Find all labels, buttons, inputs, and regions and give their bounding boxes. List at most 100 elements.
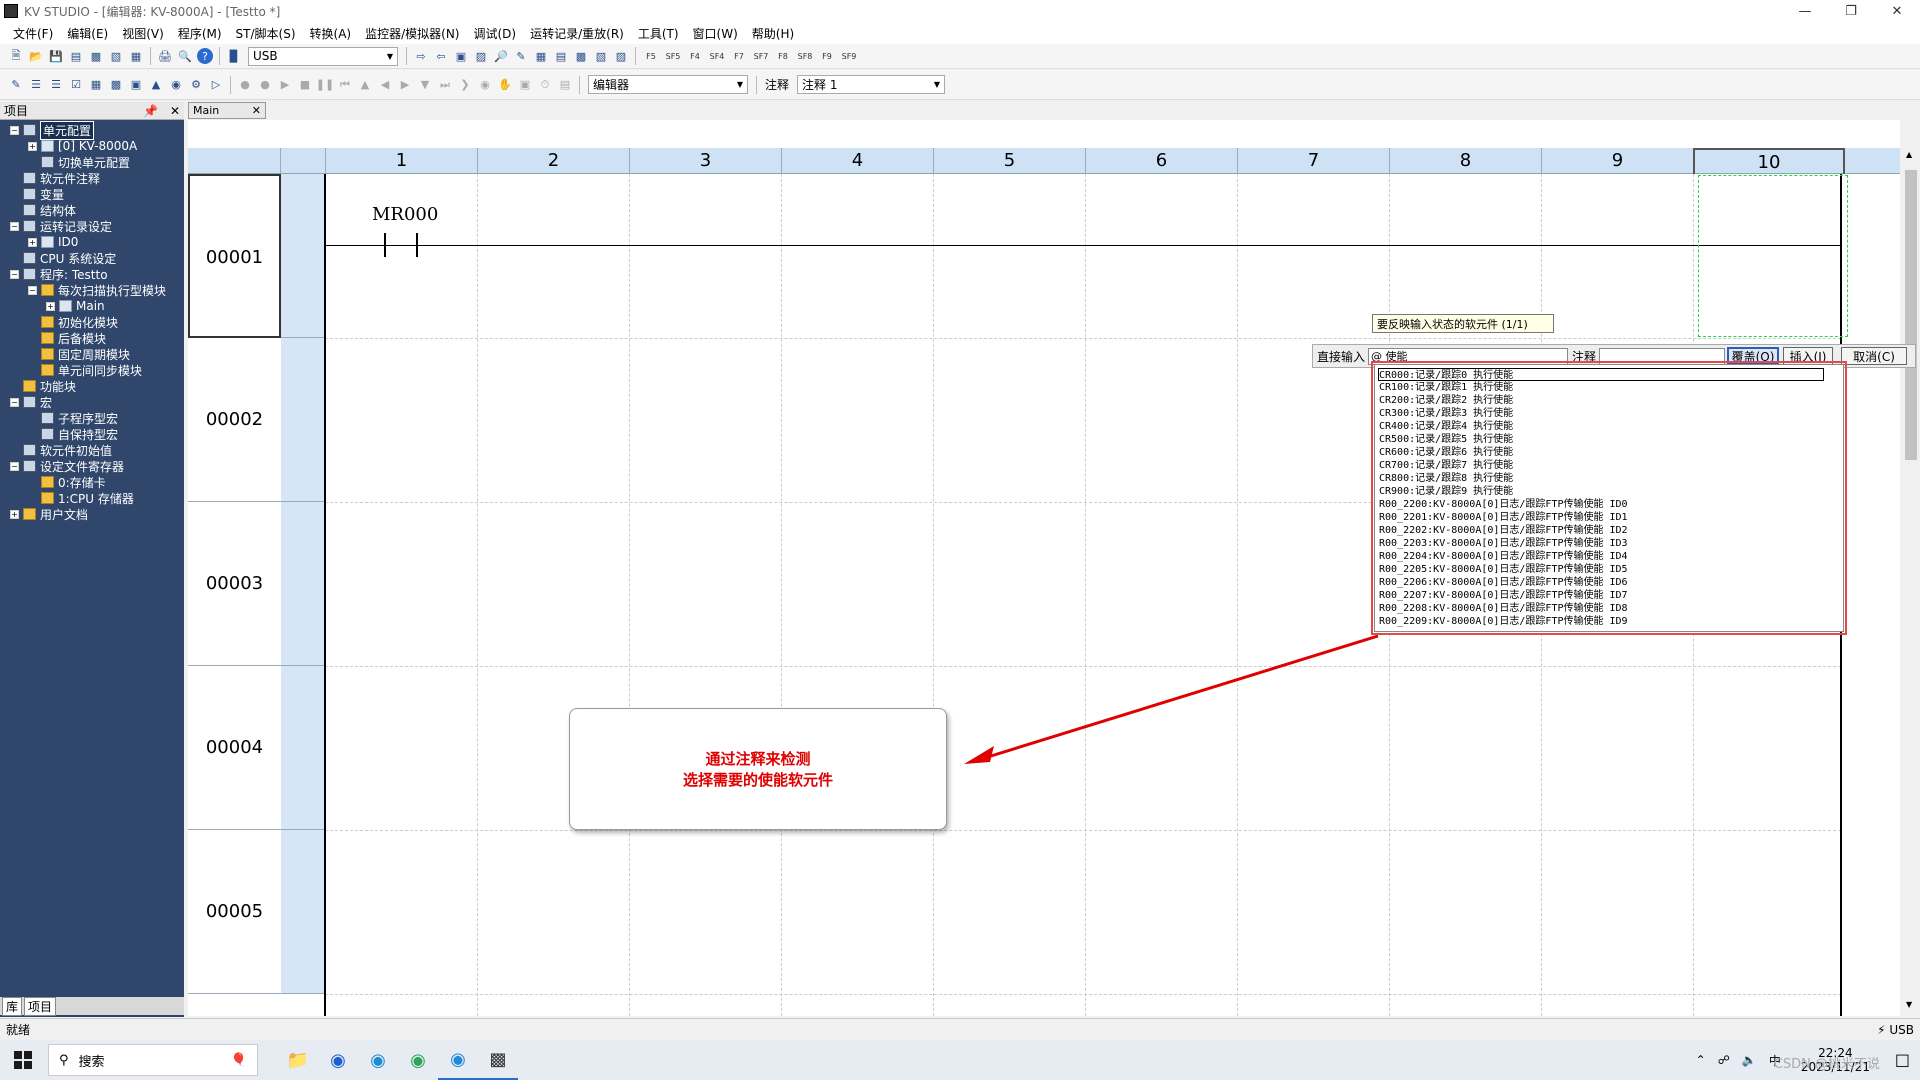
close-icon[interactable]: ✕ <box>1874 0 1920 22</box>
f8-instruction-icon[interactable]: F8 <box>772 52 794 61</box>
tree-item[interactable]: − 设定文件寄存器 <box>10 458 124 474</box>
collapse-icon[interactable]: − <box>10 461 19 471</box>
capture-icon[interactable]: ▣ <box>517 77 533 93</box>
suggestion-item[interactable]: CR500:记录/跟踪5 执行使能 <box>1379 433 1513 446</box>
suggestion-item[interactable]: R00_2200:KV-8000A[0]日志/跟踪FTP传输使能 ID0 <box>1379 498 1628 511</box>
list-icon[interactable]: ☰ <box>28 77 44 93</box>
device-list-icon[interactable]: ▤ <box>553 48 569 64</box>
checklist-icon[interactable]: ☑ <box>68 77 84 93</box>
menu-item-3[interactable]: 程序(M) <box>171 25 229 42</box>
step-back-icon[interactable]: ◀ <box>377 77 393 93</box>
windows-start-icon[interactable] <box>0 1051 46 1069</box>
tree-item[interactable]: − 宏 <box>10 394 52 410</box>
tree-item[interactable]: 软元件注释 <box>10 170 100 186</box>
edge-beta-icon[interactable]: ◉ <box>438 1040 478 1080</box>
tree-item[interactable]: 1:CPU 存储器 <box>28 490 134 506</box>
read-from-plc-icon[interactable]: ⇦ <box>433 48 449 64</box>
app-blue-icon[interactable]: ◉ <box>318 1040 358 1080</box>
pause-icon[interactable]: ❚❚ <box>316 77 334 93</box>
tree-item[interactable]: − 程序: Testto <box>10 266 108 282</box>
tree-item[interactable]: 子程序型宏 <box>28 410 118 426</box>
tree-item[interactable]: 自保持型宏 <box>28 426 118 442</box>
transfer-to-plc-icon[interactable]: ⇨ <box>413 48 429 64</box>
comment-select[interactable]: 注释 1 ▼ <box>797 75 946 94</box>
scroll-down-icon[interactable]: ▼ <box>1906 1000 1912 1009</box>
direct-input-field[interactable]: @ 使能 <box>1368 347 1569 365</box>
mode-select[interactable]: 编辑器 ▼ <box>588 75 748 94</box>
panel-icon[interactable]: ▤ <box>557 77 573 93</box>
suggestion-item[interactable]: R00_2204:KV-8000A[0]日志/跟踪FTP传输使能 ID4 <box>1379 550 1628 563</box>
overwrite-button[interactable]: 覆盖(O) <box>1727 347 1780 365</box>
suggestion-item[interactable]: CR800:记录/跟踪8 执行使能 <box>1379 472 1513 485</box>
menu-item-8[interactable]: 运转记录/重放(R) <box>523 25 631 42</box>
sf7-coil-icon[interactable]: SF7 <box>750 52 772 61</box>
register-icon[interactable]: ▩ <box>573 48 589 64</box>
collapse-icon[interactable]: − <box>28 285 37 295</box>
tree-item[interactable]: 切换单元配置 <box>28 154 130 170</box>
stamp-icon[interactable]: ▲ <box>148 77 164 93</box>
suggestion-list[interactable]: CR000:记录/跟踪0 执行使能 CR100:记录/跟踪1 执行使能 CR200:… <box>1371 361 1847 635</box>
menu-item-6[interactable]: 监控器/模拟器(N) <box>358 25 466 42</box>
transfer-monitor-icon[interactable]: ◉ <box>168 77 184 93</box>
tree-item[interactable]: + 用户文档 <box>10 506 88 522</box>
menu-item-10[interactable]: 窗口(W) <box>686 25 745 42</box>
kv-studio-taskbar-icon[interactable]: ▩ <box>478 1040 518 1080</box>
suggestion-item[interactable]: CR200:记录/跟踪2 执行使能 <box>1379 394 1513 407</box>
edit-pen-icon[interactable]: ✎ <box>8 77 24 93</box>
open-folder-icon[interactable]: 📂 <box>28 48 44 64</box>
suggestion-item[interactable]: CR300:记录/跟踪3 执行使能 <box>1379 407 1513 420</box>
memory-icon[interactable]: ▣ <box>128 77 144 93</box>
menu-item-0[interactable]: 文件(F) <box>6 25 60 42</box>
new-file-icon[interactable]: 🗎 <box>8 48 24 64</box>
collapse-icon[interactable]: − <box>10 397 19 407</box>
suggestion-item[interactable]: CR600:记录/跟踪6 执行使能 <box>1379 446 1513 459</box>
find-icon[interactable]: 🔎 <box>493 48 509 64</box>
suggestion-item[interactable]: CR700:记录/跟踪7 执行使能 <box>1379 459 1513 472</box>
tree-item[interactable]: 单元间同步模块 <box>28 362 142 378</box>
connection-select[interactable]: USB ▼ <box>248 46 398 66</box>
tree-item[interactable]: 结构体 <box>10 202 76 218</box>
row-number[interactable]: 00004 <box>188 666 281 830</box>
sf9-line-icon[interactable]: SF9 <box>838 52 860 61</box>
f7-coil-icon[interactable]: F7 <box>728 52 750 61</box>
editor-tab-main[interactable]: Main ✕ <box>188 102 266 119</box>
tree-item[interactable]: 初始化模块 <box>28 314 118 330</box>
export-icon[interactable]: ▧ <box>108 48 124 64</box>
grid-icon[interactable]: ▩ <box>108 77 124 93</box>
tree-item[interactable]: + [0] KV-8000A <box>28 138 137 154</box>
save-all-icon[interactable]: ▤ <box>68 48 84 64</box>
expand-icon[interactable]: + <box>46 301 55 311</box>
menu-item-5[interactable]: 转换(A) <box>303 25 359 42</box>
expand-icon[interactable]: + <box>10 509 19 519</box>
f5-contact-icon[interactable]: F5 <box>640 52 662 61</box>
step-forward-icon[interactable]: ▶ <box>397 77 413 93</box>
collapse-icon[interactable]: − <box>10 221 19 231</box>
suggestion-item[interactable]: R00_2206:KV-8000A[0]日志/跟踪FTP传输使能 ID6 <box>1379 576 1628 589</box>
tree-item[interactable]: − 运转记录设定 <box>10 218 112 234</box>
save-icon[interactable]: 💾 <box>48 48 64 64</box>
step-down-icon[interactable]: ▼ <box>417 77 433 93</box>
skip-end-icon[interactable]: ⏭ <box>437 77 453 93</box>
collapse-icon[interactable]: − <box>10 269 19 279</box>
close-icon[interactable]: ✕ <box>252 104 261 117</box>
comment-input-field[interactable] <box>1599 347 1726 365</box>
suggestion-item[interactable]: R00_2208:KV-8000A[0]日志/跟踪FTP传输使能 ID8 <box>1379 602 1628 615</box>
suggestion-item[interactable]: R00_2201:KV-8000A[0]日志/跟踪FTP传输使能 ID1 <box>1379 511 1628 524</box>
suggestion-item[interactable]: R00_2202:KV-8000A[0]日志/跟踪FTP传输使能 ID2 <box>1379 524 1628 537</box>
edge-browser-icon[interactable]: ◉ <box>358 1040 398 1080</box>
menu-item-9[interactable]: 工具(T) <box>631 25 686 42</box>
scroll-up-icon[interactable]: ▲ <box>1906 150 1912 159</box>
skip-start-icon[interactable]: ⏮ <box>337 77 353 93</box>
record-stop-icon[interactable]: ● <box>257 77 273 93</box>
notification-icon[interactable]: □ <box>1895 1050 1910 1069</box>
tree-item[interactable]: + ID0 <box>28 234 78 250</box>
cursor-cell[interactable] <box>1698 175 1848 337</box>
network-icon[interactable]: ☍ <box>1718 1053 1730 1067</box>
volume-icon[interactable]: 🔈 <box>1742 1053 1757 1067</box>
monitor-icon[interactable]: ▣ <box>453 48 469 64</box>
insert-button[interactable]: 插入(I) <box>1783 347 1834 365</box>
suggestion-item[interactable]: CR000:记录/跟踪0 执行使能 <box>1378 368 1824 381</box>
menu-item-1[interactable]: 编辑(E) <box>60 25 115 42</box>
sf8-line-icon[interactable]: SF8 <box>794 52 816 61</box>
pin-icon[interactable]: 📌 <box>143 104 158 118</box>
